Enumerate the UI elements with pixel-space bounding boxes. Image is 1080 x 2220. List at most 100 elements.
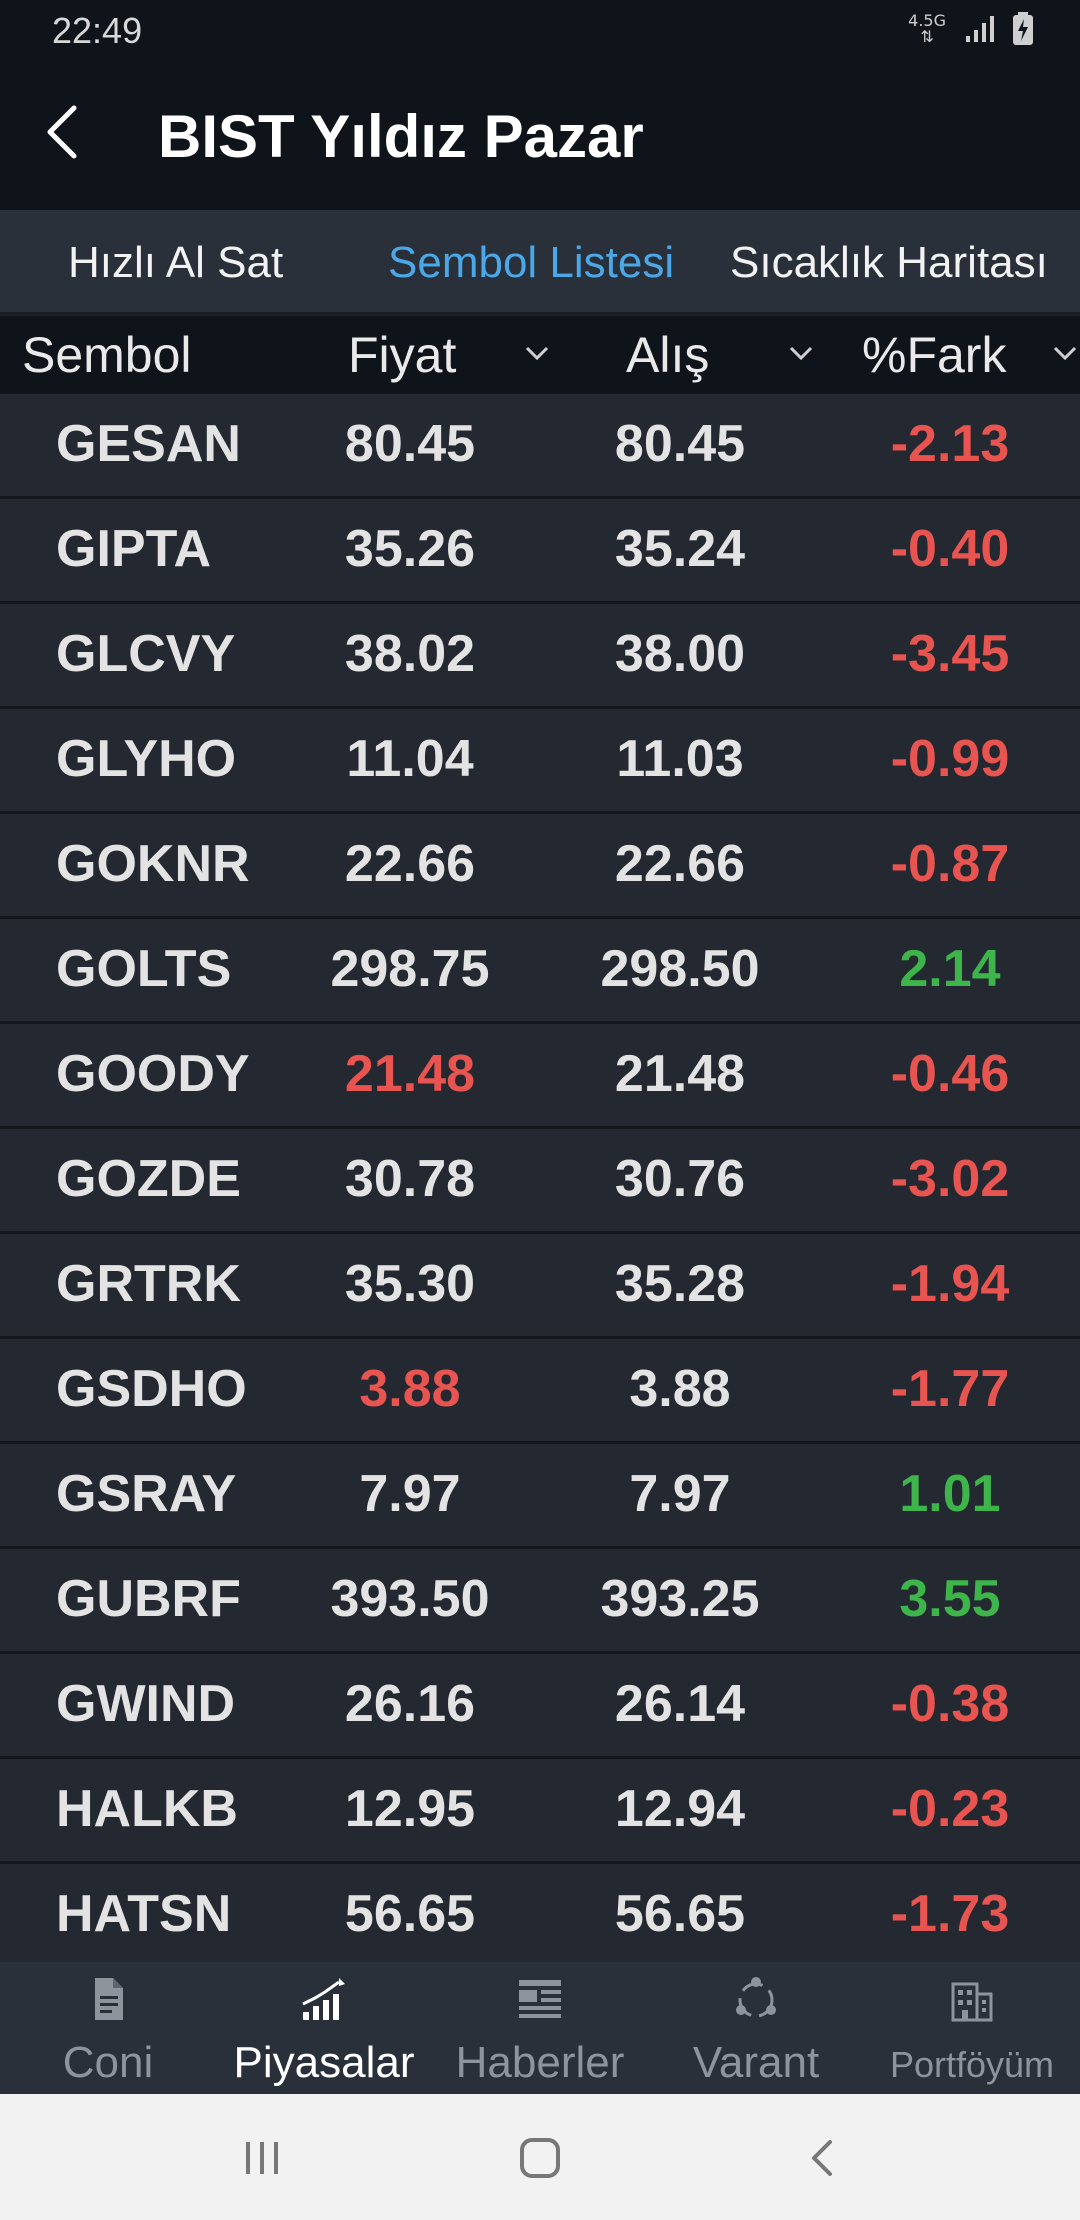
- table-row[interactable]: GOODY 21.48 21.48 -0.46: [0, 1024, 1080, 1129]
- nav-portfoyum-label: Portföyüm: [889, 2044, 1055, 2085]
- symbol-list: GESAN 80.45 80.45 -2.13 GIPTA 35.26 35.2…: [0, 394, 1080, 1969]
- table-row[interactable]: GESAN 80.45 80.45 -2.13: [0, 394, 1080, 499]
- row-bid: 22.66: [614, 835, 746, 893]
- row-symbol: GLCVY: [56, 625, 236, 683]
- row-change: -1.77: [890, 1360, 1010, 1418]
- status-icons: 4.5G ⇅: [908, 12, 1034, 46]
- row-bid: 3.88: [629, 1360, 731, 1418]
- battery-charging-icon: [1013, 12, 1033, 45]
- row-bid: 11.03: [616, 730, 744, 788]
- row-price: 35.26: [344, 520, 476, 578]
- row-bid: 38.00: [614, 625, 746, 683]
- row-price: 38.02: [344, 625, 476, 683]
- row-bid: 12.94: [614, 1780, 746, 1838]
- row-symbol: GWIND: [56, 1675, 236, 1733]
- bottom-navigation: Coni Piyasalar Haberler Varant Portföyüm: [0, 1962, 1080, 2094]
- table-row[interactable]: GSRAY 7.97 7.97 1.01: [0, 1444, 1080, 1549]
- table-row[interactable]: GOKNR 22.66 22.66 -0.87: [0, 814, 1080, 919]
- row-price: 26.16: [344, 1675, 476, 1733]
- nav-haberler-label: Haberler: [455, 2038, 625, 2087]
- signal-icon: [966, 16, 994, 42]
- nav-varant-label: Varant: [692, 2038, 820, 2087]
- row-bid: 7.97: [629, 1465, 731, 1523]
- row-change: -0.87: [890, 835, 1010, 893]
- row-change: 1.01: [899, 1465, 1001, 1523]
- data-arrows-icon: ⇅: [920, 27, 934, 46]
- column-header-row: Sembol Fiyat Alış %Fark: [0, 316, 1080, 394]
- portfolio-building-icon: [951, 1982, 993, 2022]
- column-price[interactable]: Fiyat: [348, 326, 456, 384]
- row-symbol: GOLTS: [56, 940, 232, 998]
- row-symbol: GOZDE: [56, 1150, 241, 1208]
- row-change: -3.45: [890, 625, 1010, 683]
- app-header: BIST Yıldız Pazar: [0, 62, 1080, 210]
- tab-heat-map[interactable]: Sıcaklık Haritası: [730, 238, 1048, 288]
- column-change[interactable]: %Fark: [862, 326, 1006, 384]
- row-price: 30.78: [344, 1150, 476, 1208]
- nav-coni[interactable]: Coni: [0, 1962, 216, 2094]
- system-navigation-bar: [0, 2094, 1080, 2220]
- status-bar: 22:49 4.5G ⇅: [0, 0, 1080, 62]
- change-sort-chevron-icon[interactable]: [1050, 338, 1080, 368]
- table-row[interactable]: GIPTA 35.26 35.24 -0.40: [0, 499, 1080, 604]
- row-symbol: GOKNR: [56, 835, 250, 893]
- row-change: 3.55: [899, 1570, 1001, 1628]
- news-icon: [519, 1980, 561, 2018]
- row-price: 7.97: [359, 1465, 461, 1523]
- row-bid: 56.65: [614, 1885, 746, 1943]
- row-symbol: GUBRF: [56, 1570, 241, 1628]
- row-change: -3.02: [890, 1150, 1010, 1208]
- row-symbol: GSRAY: [56, 1465, 237, 1523]
- table-row[interactable]: GUBRF 393.50 393.25 3.55: [0, 1549, 1080, 1654]
- tab-symbol-list[interactable]: Sembol Listesi: [388, 238, 674, 288]
- row-change: -0.38: [890, 1675, 1010, 1733]
- bid-sort-chevron-icon[interactable]: [786, 338, 816, 368]
- recent-apps-icon[interactable]: [240, 2136, 284, 2180]
- warrant-icon: [736, 1977, 776, 2018]
- table-row[interactable]: GOLTS 298.75 298.50 2.14: [0, 919, 1080, 1024]
- row-change: -0.99: [890, 730, 1010, 788]
- row-price: 11.04: [346, 730, 474, 788]
- row-price: 12.95: [344, 1780, 476, 1838]
- status-time: 22:49: [52, 10, 143, 51]
- row-bid: 26.14: [614, 1675, 746, 1733]
- nav-varant[interactable]: Varant: [648, 1962, 864, 2094]
- nav-haberler[interactable]: Haberler: [432, 1962, 648, 2094]
- row-bid: 30.76: [614, 1150, 746, 1208]
- table-row[interactable]: GSDHO 3.88 3.88 -1.77: [0, 1339, 1080, 1444]
- market-chart-icon: [302, 1978, 345, 2020]
- row-symbol: GOODY: [56, 1045, 250, 1103]
- table-row[interactable]: GLCVY 38.02 38.00 -3.45: [0, 604, 1080, 709]
- table-row[interactable]: GOZDE 30.78 30.76 -3.02: [0, 1129, 1080, 1234]
- nav-portfoyum[interactable]: Portföyüm: [864, 1962, 1080, 2094]
- row-bid: 21.48: [614, 1045, 746, 1103]
- row-price: 298.75: [330, 940, 490, 998]
- tab-quick-trade[interactable]: Hızlı Al Sat: [68, 238, 283, 288]
- nav-piyasalar[interactable]: Piyasalar: [216, 1962, 432, 2094]
- row-bid: 80.45: [614, 415, 746, 473]
- row-change: -1.73: [890, 1885, 1010, 1943]
- row-bid: 35.24: [614, 520, 746, 578]
- table-row[interactable]: GLYHO 11.04 11.03 -0.99: [0, 709, 1080, 814]
- back-icon[interactable]: [802, 2136, 846, 2180]
- row-symbol: GIPTA: [56, 520, 212, 578]
- table-row[interactable]: GWIND 26.16 26.14 -0.38: [0, 1654, 1080, 1759]
- row-price: 56.65: [344, 1885, 476, 1943]
- row-price: 3.88: [359, 1360, 461, 1418]
- price-sort-chevron-icon[interactable]: [522, 338, 552, 368]
- column-symbol[interactable]: Sembol: [22, 326, 192, 384]
- row-change: 2.14: [899, 940, 1001, 998]
- row-price: 35.30: [344, 1255, 476, 1313]
- table-row[interactable]: HALKB 12.95 12.94 -0.23: [0, 1759, 1080, 1864]
- row-price: 22.66: [344, 835, 476, 893]
- table-row[interactable]: GRTRK 35.30 35.28 -1.94: [0, 1234, 1080, 1339]
- column-bid[interactable]: Alış: [626, 326, 709, 384]
- tab-bar: Hızlı Al Sat Sembol Listesi Sıcaklık Har…: [0, 210, 1080, 314]
- back-arrow-icon[interactable]: [36, 102, 96, 162]
- document-icon: [95, 1978, 123, 2020]
- nav-piyasalar-label: Piyasalar: [233, 2038, 415, 2087]
- table-row[interactable]: HATSN 56.65 56.65 -1.73: [0, 1864, 1080, 1969]
- row-change: -1.94: [890, 1255, 1010, 1313]
- row-price: 80.45: [344, 415, 476, 473]
- home-icon[interactable]: [518, 2136, 562, 2180]
